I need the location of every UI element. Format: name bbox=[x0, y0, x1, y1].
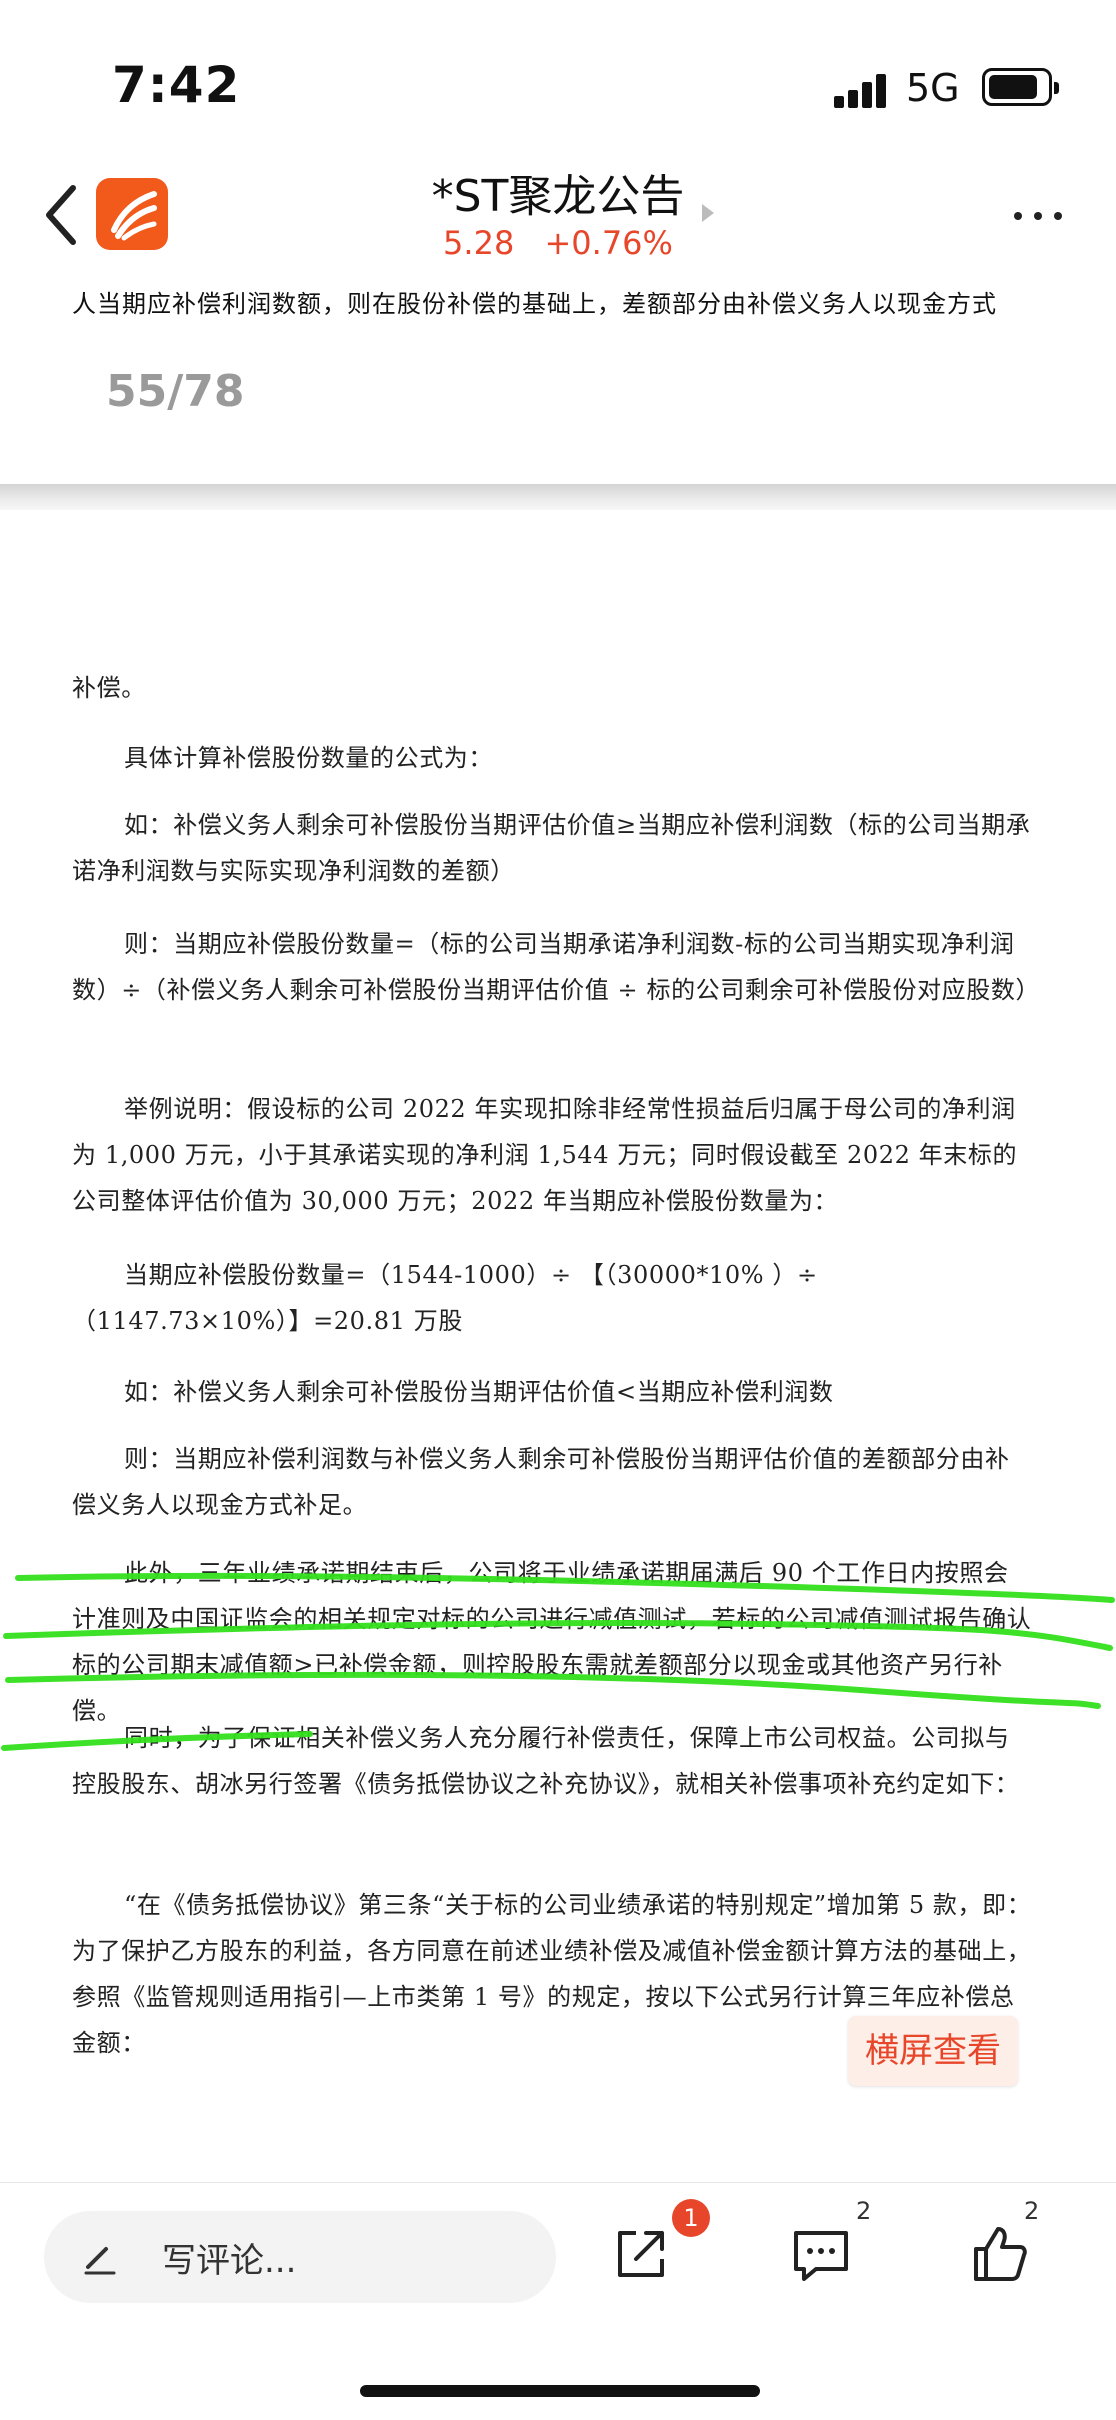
paragraph: 则：当期应补偿股份数量=（标的公司当期承诺净利润数-标的公司当期实现净利润数）÷… bbox=[72, 930, 1041, 1004]
stock-price: 5.28 bbox=[443, 224, 515, 262]
paragraph: 具体计算补偿股份数量的公式为： bbox=[124, 744, 493, 772]
share-badge: 1 bbox=[672, 2199, 710, 2237]
paragraph-highlighted: 此外，三年业绩承诺期结束后，公司将于业绩承诺期届满后 90 个工作日内按照会计准… bbox=[72, 1559, 1032, 1725]
paragraph: 如：补偿义务人剩余可补偿股份当期评估价值<当期应补偿利润数 bbox=[124, 1378, 834, 1406]
paragraph: 同时，为了保证相关补偿义务人充分履行补偿责任，保障上市公司权益。公司拟与控股股东… bbox=[72, 1724, 1020, 1798]
comment-placeholder: 写评论... bbox=[162, 2241, 297, 2281]
previous-page: 人当期应补偿利润数额，则在股份补偿的基础上，差额部分由补偿义务人以现金方式 55… bbox=[0, 280, 1116, 485]
stock-quote: 5.28 +0.76% bbox=[0, 224, 1116, 262]
pencil-icon bbox=[84, 2247, 116, 2275]
battery-icon bbox=[982, 68, 1059, 106]
page-separator bbox=[0, 484, 1116, 510]
previous-page-last-line: 人当期应补偿利润数额，则在股份补偿的基础上，差额部分由补偿义务人以现金方式 bbox=[72, 290, 997, 318]
like-thumb-icon[interactable] bbox=[964, 2219, 1034, 2289]
document-page[interactable]: 补偿。 具体计算补偿股份数量的公式为： 如：补偿义务人剩余可补偿股份当期评估价值… bbox=[0, 510, 1116, 2180]
status-bar: 7:42 5G bbox=[0, 0, 1116, 170]
paragraph: 如：补偿义务人剩余可补偿股份当期评估价值≥当期应补偿利润数（标的公司当期承诺净利… bbox=[72, 811, 1031, 885]
status-time: 7:42 bbox=[112, 56, 241, 114]
comment-input[interactable]: 写评论... bbox=[44, 2211, 556, 2303]
network-type: 5G bbox=[906, 66, 960, 110]
paragraph: 举例说明：假设标的公司 2022 年实现扣除非经常性损益后归属于母公司的净利润为… bbox=[72, 1095, 1018, 1215]
home-indicator[interactable] bbox=[360, 2385, 760, 2397]
page-title: *ST聚龙公告 bbox=[431, 171, 685, 222]
comments-count: 2 bbox=[856, 2197, 872, 2225]
title-expand-icon[interactable] bbox=[702, 204, 714, 222]
comments-icon[interactable] bbox=[786, 2219, 856, 2289]
more-options-icon[interactable] bbox=[1014, 206, 1074, 226]
landscape-view-button[interactable]: 横屏查看 bbox=[848, 2016, 1018, 2086]
share-icon[interactable] bbox=[606, 2219, 676, 2289]
cellular-signal-icon bbox=[834, 74, 888, 108]
paragraph: 则：当期应补偿利润数与补偿义务人剩余可补偿股份当期评估价值的差额部分由补偿义务人… bbox=[72, 1445, 1010, 1519]
page-indicator: 55/78 bbox=[106, 366, 245, 417]
likes-count: 2 bbox=[1024, 2197, 1040, 2225]
stock-change: +0.76% bbox=[544, 224, 673, 262]
paragraph: 补偿。 bbox=[72, 674, 146, 702]
paragraph: 当期应补偿股份数量=（1544-1000）÷ 【（30000*10% ）÷（11… bbox=[72, 1261, 818, 1335]
